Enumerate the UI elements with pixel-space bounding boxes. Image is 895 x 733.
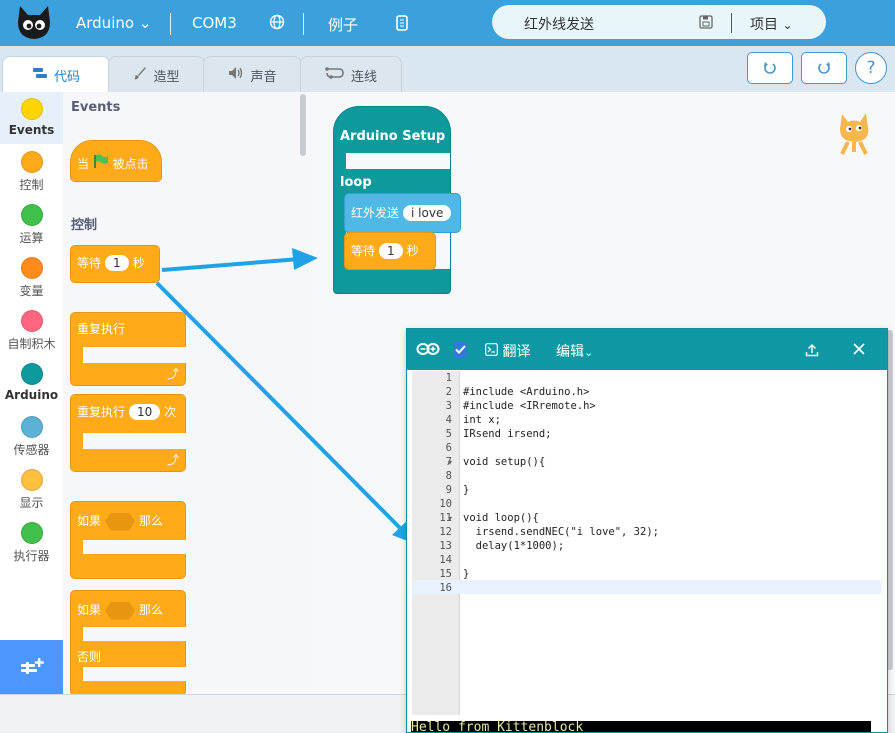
- serial-console: Hello from Kittenblock: [411, 721, 871, 732]
- line-number: 4: [445, 414, 452, 426]
- arrow-to-workspace-icon: [161, 248, 318, 272]
- upload-icon[interactable]: [805, 342, 819, 361]
- chevron-down-icon: ⌄: [584, 346, 594, 359]
- line-number: 8: [445, 470, 452, 482]
- code-line: irsend.sendNEC("i love", 32);: [463, 526, 659, 538]
- fold-toggle-icon[interactable]: ▾: [448, 458, 452, 467]
- terminal-icon: [485, 343, 498, 360]
- line-number: 15: [439, 568, 452, 580]
- code-line: }: [463, 568, 470, 580]
- line-number: 2: [445, 386, 452, 398]
- line-number: 7: [445, 456, 452, 468]
- line-number: 3: [445, 400, 452, 412]
- edit-menu[interactable]: 编辑⌄: [556, 341, 593, 361]
- line-number: 14: [439, 554, 452, 566]
- code-line: void loop(){: [463, 512, 539, 524]
- line-number: 9: [445, 484, 452, 496]
- code-line: #include <Arduino.h>: [463, 386, 590, 398]
- line-number: 16: [439, 582, 452, 594]
- code-line: }: [463, 484, 470, 496]
- code-window-header: 翻译 编辑⌄: [407, 329, 887, 370]
- line-number: 1: [445, 372, 452, 384]
- translate-label: 翻译: [502, 344, 531, 360]
- code-line: int x;: [463, 414, 501, 426]
- fold-toggle-icon[interactable]: ▾: [448, 514, 452, 523]
- code-line: IRsend irsend;: [463, 428, 552, 440]
- code-line: #include <IRremote.h>: [463, 400, 596, 412]
- arrow-to-code-icon: [155, 281, 418, 545]
- edit-label: 编辑: [556, 344, 584, 360]
- line-number: 5: [445, 428, 452, 440]
- line-number: 13: [439, 540, 452, 552]
- close-icon[interactable]: [852, 341, 866, 360]
- arduino-logo-icon: [416, 341, 440, 361]
- code-toggle-checkbox[interactable]: [453, 342, 468, 357]
- arduino-code-window: 翻译 编辑⌄ Hello from Kittenblock 1 2 #include…: [406, 328, 888, 733]
- line-number: 11: [439, 512, 452, 524]
- check-icon: [455, 345, 466, 354]
- translate-button[interactable]: 翻译: [485, 341, 530, 361]
- code-line: void setup(){: [463, 456, 546, 468]
- active-line-highlight: [412, 580, 881, 594]
- line-number: 12: [439, 526, 452, 538]
- line-number: 6: [445, 442, 452, 454]
- line-number: 10: [439, 498, 452, 510]
- code-line: delay(1*1000);: [463, 540, 565, 552]
